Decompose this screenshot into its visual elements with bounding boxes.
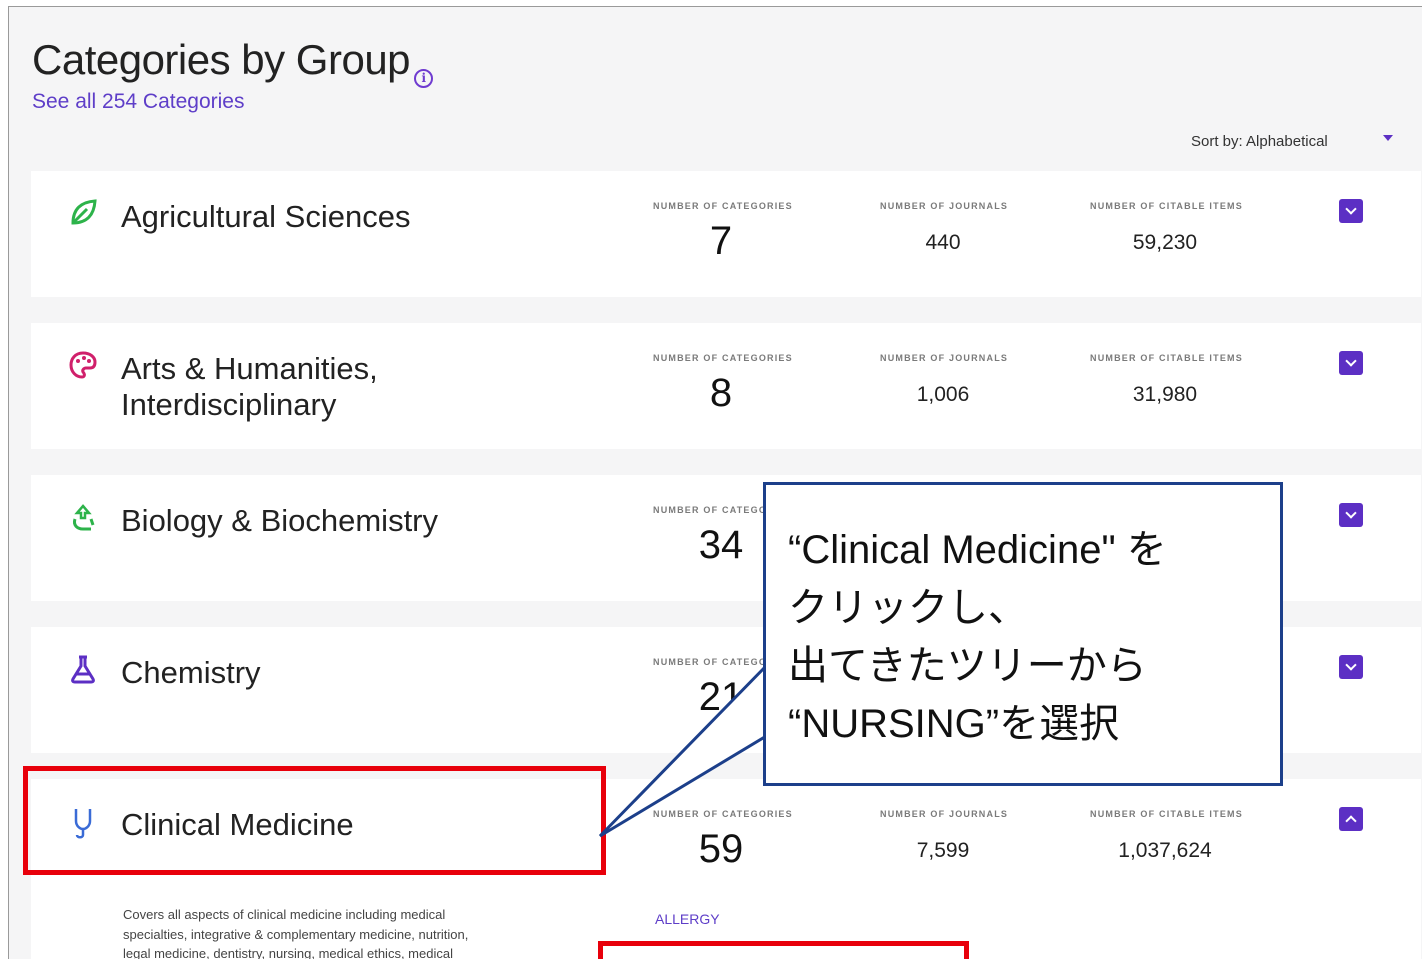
instruction-callout: “Clinical Medicine" を クリックし、 出てきたツリーから “… <box>763 482 1283 786</box>
callout-tail <box>598 660 770 838</box>
